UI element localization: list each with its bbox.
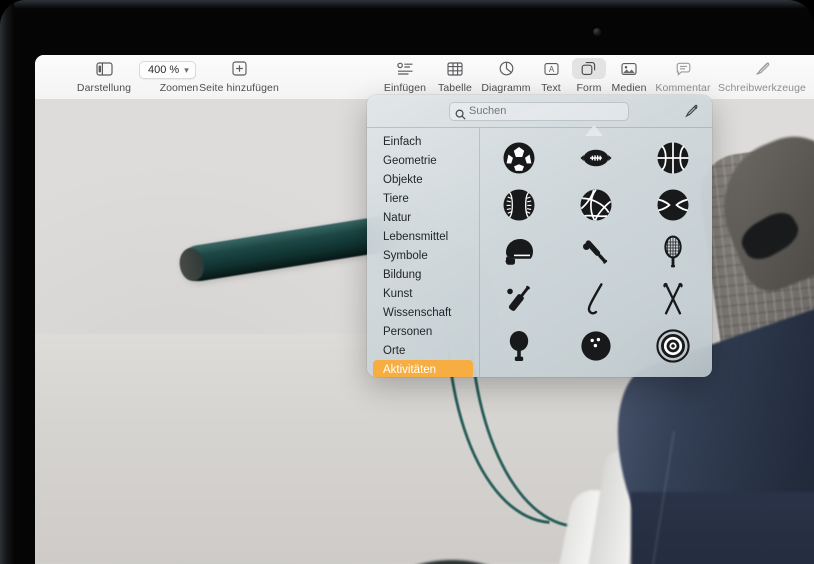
laptop-bezel: Darstellung 400 % ▾ Zoomen Seite hinzufü… <box>0 0 814 564</box>
toolbar-label: Darstellung <box>76 82 132 94</box>
tennis-racket-shape[interactable] <box>655 234 691 270</box>
category-label: Lebensmittel <box>383 230 449 243</box>
popover-header: Suchen <box>367 95 712 128</box>
football-helmet-shape[interactable] <box>501 234 537 270</box>
baseball-bat-shape[interactable] <box>578 234 614 270</box>
category-list[interactable]: Einfach Geometrie Objekte Tiere Natur Lebensm… <box>367 128 480 377</box>
baseball-shape[interactable] <box>501 187 537 223</box>
category-label: Orte <box>383 344 406 357</box>
camera-icon <box>593 28 601 36</box>
cricket-bat-shape[interactable] <box>501 281 537 317</box>
pen-draw-icon[interactable] <box>685 104 699 123</box>
toolbar-label: Seite hinzufügen <box>199 82 279 94</box>
table-icon <box>447 58 463 79</box>
category-label: Bildung <box>383 268 422 281</box>
shape-grid[interactable] <box>480 128 712 377</box>
category-item-einfach[interactable]: Einfach <box>373 132 473 151</box>
category-label: Symbole <box>383 249 428 262</box>
sidebar-toggle-icon <box>95 58 113 79</box>
comment-icon <box>676 58 691 79</box>
category-label: Geometrie <box>383 154 437 167</box>
toolbar-label: Schreibwerkzeuge <box>718 82 806 94</box>
target-shape[interactable] <box>655 328 691 364</box>
search-icon <box>455 107 466 120</box>
category-label: Personen <box>383 325 433 338</box>
bezel-top-edge <box>0 0 814 9</box>
zoom-value: 400 % <box>148 64 180 76</box>
zoom-dropdown[interactable]: 400 % ▾ <box>139 61 196 79</box>
popover-body: Einfach Geometrie Objekte Tiere Natur Lebensm… <box>367 128 712 377</box>
category-item-symbole[interactable]: Symbole <box>373 246 473 265</box>
app-toolbar: Darstellung 400 % ▾ Zoomen Seite hinzufü… <box>35 55 814 100</box>
app-window: Darstellung 400 % ▾ Zoomen Seite hinzufü… <box>35 55 814 564</box>
toolbar-label: Kommentar <box>655 82 711 94</box>
toolbar-item-seite-hinzufuegen[interactable]: Seite hinzufügen <box>196 58 282 94</box>
skateboard-shape[interactable] <box>655 375 691 378</box>
category-item-objekte[interactable]: Objekte <box>373 170 473 189</box>
volleyball-shape[interactable] <box>578 187 614 223</box>
category-label: Aktivitäten <box>383 363 437 376</box>
category-label: Natur <box>383 211 412 224</box>
category-item-lebensmittel[interactable]: Lebensmittel <box>373 227 473 246</box>
toolbar-item-schreibwerkzeuge[interactable]: Schreibwerkzeuge <box>718 58 806 94</box>
media-image-icon <box>621 58 637 79</box>
toolbar-item-kommentar[interactable]: Kommentar <box>640 58 726 94</box>
category-item-wissenschaft[interactable]: Wissenschaft <box>373 303 473 322</box>
category-item-orte[interactable]: Orte <box>373 341 473 360</box>
shapes-popover[interactable]: Suchen Einfach Geometrie Objekte Tiere Natur… <box>367 95 712 377</box>
tennis-ball-shape[interactable] <box>655 187 691 223</box>
category-label: Kunst <box>383 287 413 300</box>
category-item-bildung[interactable]: Bildung <box>373 265 473 284</box>
soccer-ball-shape[interactable] <box>501 140 537 176</box>
category-label: Tiere <box>383 192 409 205</box>
hockey-stick-shape[interactable] <box>578 281 614 317</box>
category-item-kunst[interactable]: Kunst <box>373 284 473 303</box>
basketball-shape[interactable] <box>655 140 691 176</box>
writing-tools-icon <box>755 58 770 79</box>
category-item-geometrie[interactable]: Geometrie <box>373 151 473 170</box>
plus-square-icon <box>231 58 247 79</box>
ping-pong-paddle-shape[interactable] <box>501 328 537 364</box>
skis-shape[interactable] <box>655 281 691 317</box>
bicycle-alt-shape[interactable] <box>578 375 614 378</box>
bowling-ball-shape[interactable] <box>578 328 614 364</box>
category-item-personen[interactable]: Personen <box>373 322 473 341</box>
bicycle-shape[interactable] <box>501 375 537 378</box>
category-item-natur[interactable]: Natur <box>373 208 473 227</box>
category-label: Einfach <box>383 135 422 148</box>
chevron-down-icon: ▾ <box>184 64 189 75</box>
search-placeholder: Suchen <box>469 105 507 117</box>
bezel-left-edge <box>0 0 14 564</box>
search-input[interactable]: Suchen <box>449 101 629 121</box>
category-item-tiere[interactable]: Tiere <box>373 189 473 208</box>
toolbar-item-darstellung[interactable]: Darstellung <box>61 58 147 94</box>
category-label: Wissenschaft <box>383 306 452 319</box>
insert-icon <box>396 58 414 79</box>
american-football-shape[interactable] <box>578 140 614 176</box>
category-label: Objekte <box>383 173 423 186</box>
category-item-aktivit-ten[interactable]: Aktivitäten <box>373 360 473 377</box>
